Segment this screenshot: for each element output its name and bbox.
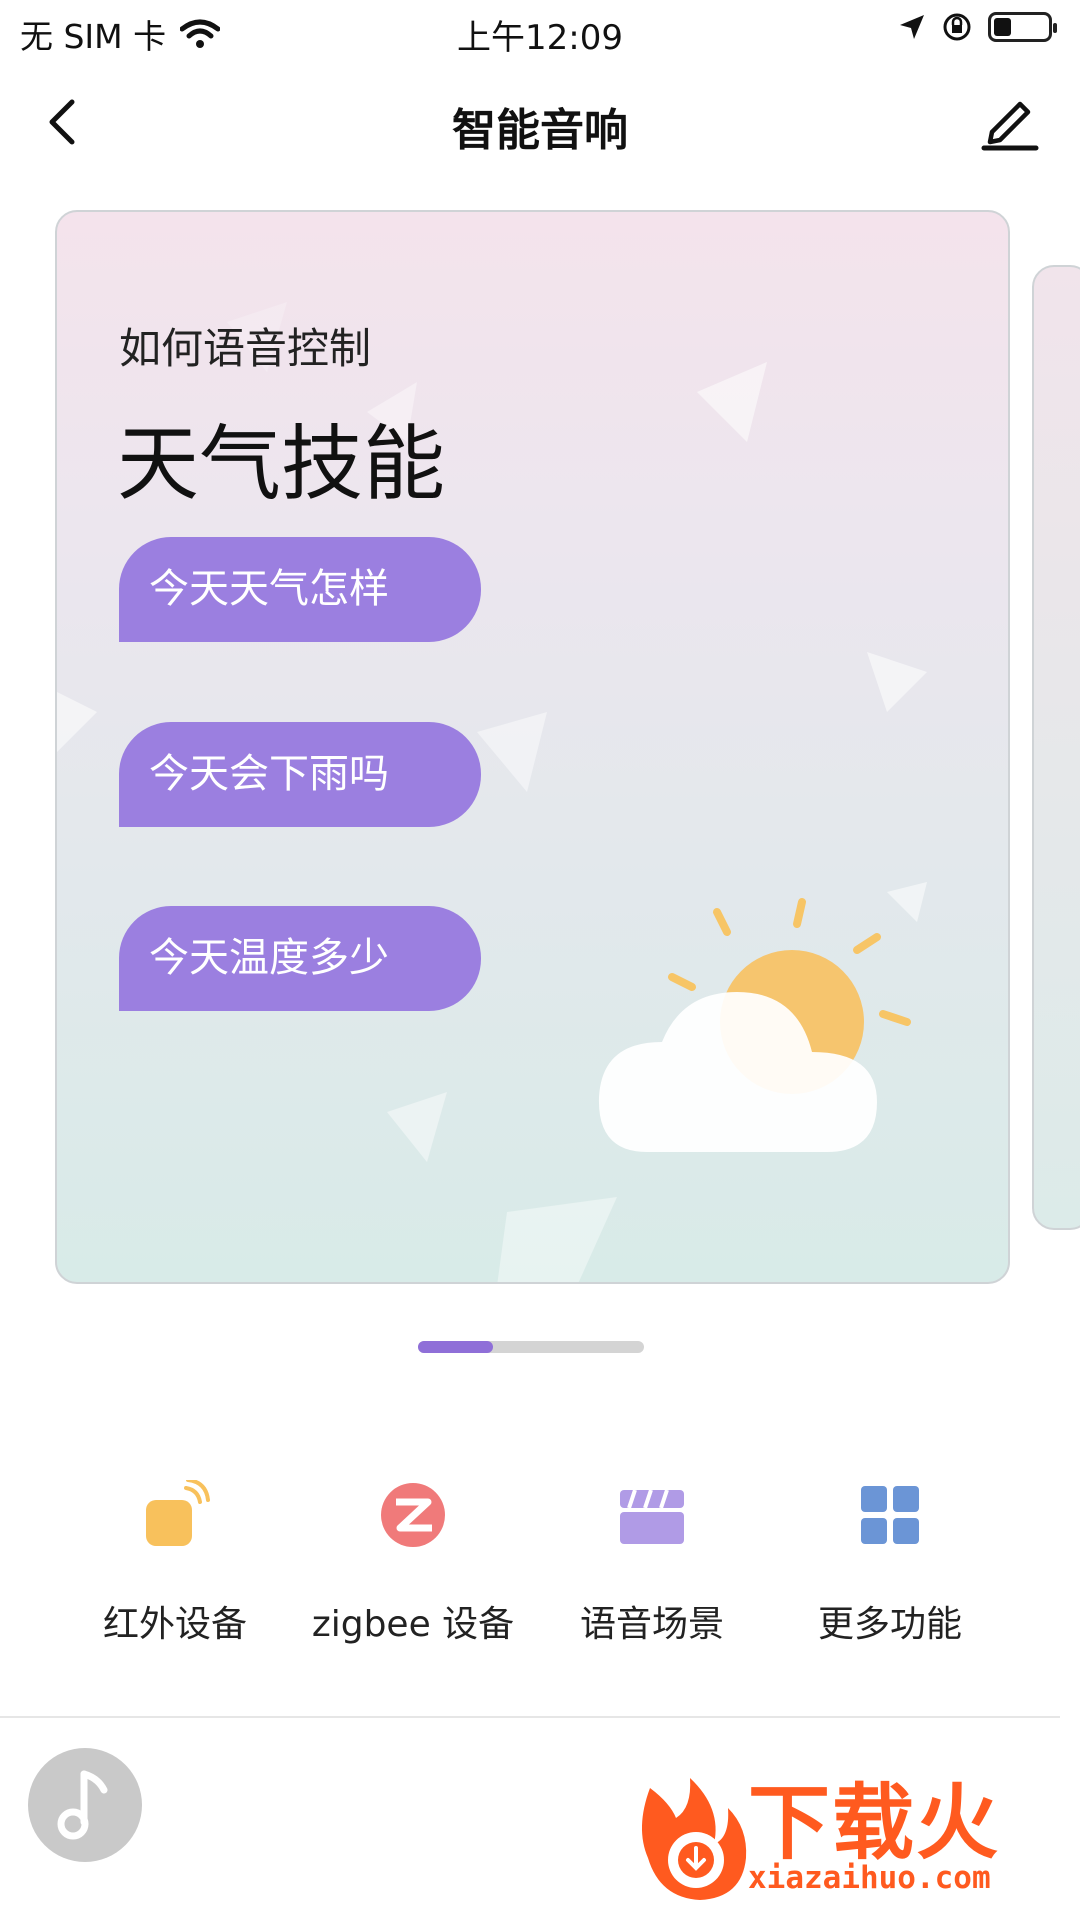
card-subtitle: 如何语音控制 xyxy=(119,324,372,373)
clapperboard-icon xyxy=(620,1489,684,1544)
function-more[interactable]: 更多功能 xyxy=(770,1470,1010,1660)
sun-cloud-icon xyxy=(598,898,911,1152)
voice-skill-card[interactable]: 如何语音控制 天气技能 今天天气怎样 今天会下雨吗 今天温度多少 xyxy=(55,210,1010,1284)
voice-command-bubble[interactable]: 今天天气怎样 xyxy=(119,537,481,642)
location-arrow-icon xyxy=(900,15,924,39)
function-label: zigbee 设备 xyxy=(311,1604,515,1645)
music-note-icon xyxy=(57,1770,108,1840)
carousel-pager xyxy=(418,1341,644,1353)
divider xyxy=(0,1716,1060,1718)
battery-icon xyxy=(988,12,1057,42)
pager-active-indicator xyxy=(418,1341,494,1353)
voice-command-bubble[interactable]: 今天会下雨吗 xyxy=(119,722,481,827)
function-row: 红外设备 zigbee 设备 语音场景 更多功能 xyxy=(0,1470,1080,1660)
function-label: 语音场景 xyxy=(579,1604,724,1645)
watermark-logo: 下载火 xiazaihuo.com xyxy=(630,1748,1060,1908)
next-card-peek[interactable] xyxy=(1032,265,1080,1230)
nav-bar: 智能音响 xyxy=(0,82,1080,162)
music-player-button[interactable] xyxy=(28,1748,142,1862)
rotation-lock-icon xyxy=(943,13,971,41)
function-zigbee[interactable]: zigbee 设备 xyxy=(293,1470,533,1660)
infrared-remote-icon xyxy=(146,1480,210,1546)
function-label: 更多功能 xyxy=(817,1604,962,1645)
battery-fill xyxy=(994,18,1012,36)
watermark-brand: 下载火 xyxy=(748,1776,1001,1871)
function-infrared[interactable]: 红外设备 xyxy=(55,1470,295,1660)
flame-logo-icon xyxy=(641,1778,747,1900)
grid-icon xyxy=(861,1486,919,1544)
function-label: 红外设备 xyxy=(102,1604,247,1645)
status-bar: 无 SIM 卡 上午12:09 xyxy=(0,0,1080,62)
page-title: 智能音响 xyxy=(452,105,628,156)
zigbee-icon xyxy=(381,1483,445,1547)
status-right xyxy=(898,12,1057,42)
pencil-icon[interactable] xyxy=(980,88,1040,152)
voice-command-bubble[interactable]: 今天温度多少 xyxy=(119,906,481,1011)
card-title: 天气技能 xyxy=(117,417,446,512)
watermark-url: xiazaihuo.com xyxy=(748,1860,991,1896)
function-voice-scene[interactable]: 语音场景 xyxy=(532,1470,772,1660)
